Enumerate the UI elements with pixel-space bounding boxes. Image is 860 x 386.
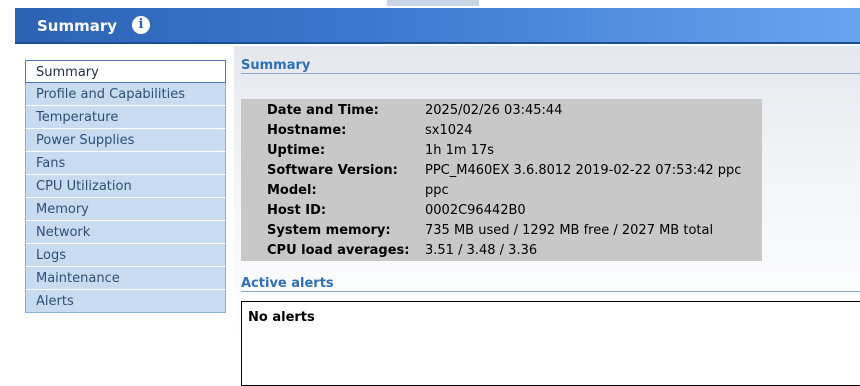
date-time-label: Date and Time: — [267, 103, 379, 118]
no-alerts-message: No alerts — [248, 310, 315, 325]
model-value: ppc — [425, 183, 449, 198]
sidebar-item-fans[interactable]: Fans — [25, 152, 226, 175]
info-row: Host ID: 0002C96442B0 — [267, 201, 762, 221]
uptime-value: 1h 1m 17s — [425, 143, 495, 158]
header-banner: Summary i — [15, 8, 860, 44]
cpu-load-label: CPU load averages: — [267, 243, 410, 258]
info-row: System memory: 735 MB used / 1292 MB free… — [267, 221, 762, 241]
system-memory-label: System memory: — [267, 223, 391, 238]
sidebar-nav: Summary Profile and Capabilities Tempera… — [25, 60, 226, 313]
hostname-label: Hostname: — [267, 123, 347, 138]
sidebar-item-summary[interactable]: Summary — [25, 60, 226, 83]
page-title: Summary — [37, 17, 118, 35]
sidebar-item-temperature[interactable]: Temperature — [25, 106, 226, 129]
system-memory-value: 735 MB used / 1292 MB free / 2027 MB tot… — [425, 223, 714, 238]
info-row: Date and Time: 2025/02/26 03:45:44 — [267, 101, 762, 121]
sidebar-item-logs[interactable]: Logs — [25, 244, 226, 267]
model-label: Model: — [267, 183, 317, 198]
sidebar-item-maintenance[interactable]: Maintenance — [25, 267, 226, 290]
info-row: Model: ppc — [267, 181, 762, 201]
sidebar-item-network[interactable]: Network — [25, 221, 226, 244]
sidebar-item-alerts[interactable]: Alerts — [25, 290, 226, 313]
date-time-value: 2025/02/26 03:45:44 — [425, 103, 563, 118]
top-tab[interactable] — [387, 0, 479, 6]
software-version-value: PPC_M460EX 3.6.8012 2019-02-22 07:53:42 … — [425, 163, 742, 178]
hostname-value: sx1024 — [425, 123, 473, 138]
info-icon[interactable]: i — [132, 16, 150, 34]
host-id-value: 0002C96442B0 — [425, 203, 526, 218]
summary-divider — [241, 73, 860, 74]
uptime-label: Uptime: — [267, 143, 326, 158]
software-version-label: Software Version: — [267, 163, 398, 178]
host-id-label: Host ID: — [267, 203, 327, 218]
sidebar-item-cpu-utilization[interactable]: CPU Utilization — [25, 175, 226, 198]
summary-info-panel: Date and Time: 2025/02/26 03:45:44 Hostna… — [241, 99, 762, 261]
summary-section-title: Summary — [241, 58, 311, 73]
sidebar-item-memory[interactable]: Memory — [25, 198, 226, 221]
info-row: Hostname: sx1024 — [267, 121, 762, 141]
info-row: Software Version: PPC_M460EX 3.6.8012 201… — [267, 161, 762, 181]
sidebar-item-power-supplies[interactable]: Power Supplies — [25, 129, 226, 152]
sidebar-item-profile-and-capabilities[interactable]: Profile and Capabilities — [25, 83, 226, 106]
cpu-load-value: 3.51 / 3.48 / 3.36 — [425, 243, 538, 258]
active-alerts-title: Active alerts — [241, 276, 334, 291]
alerts-divider — [241, 291, 860, 292]
alerts-panel: No alerts — [241, 301, 860, 386]
info-row: Uptime: 1h 1m 17s — [267, 141, 762, 161]
info-row: CPU load averages: 3.51 / 3.48 / 3.36 — [267, 241, 762, 261]
